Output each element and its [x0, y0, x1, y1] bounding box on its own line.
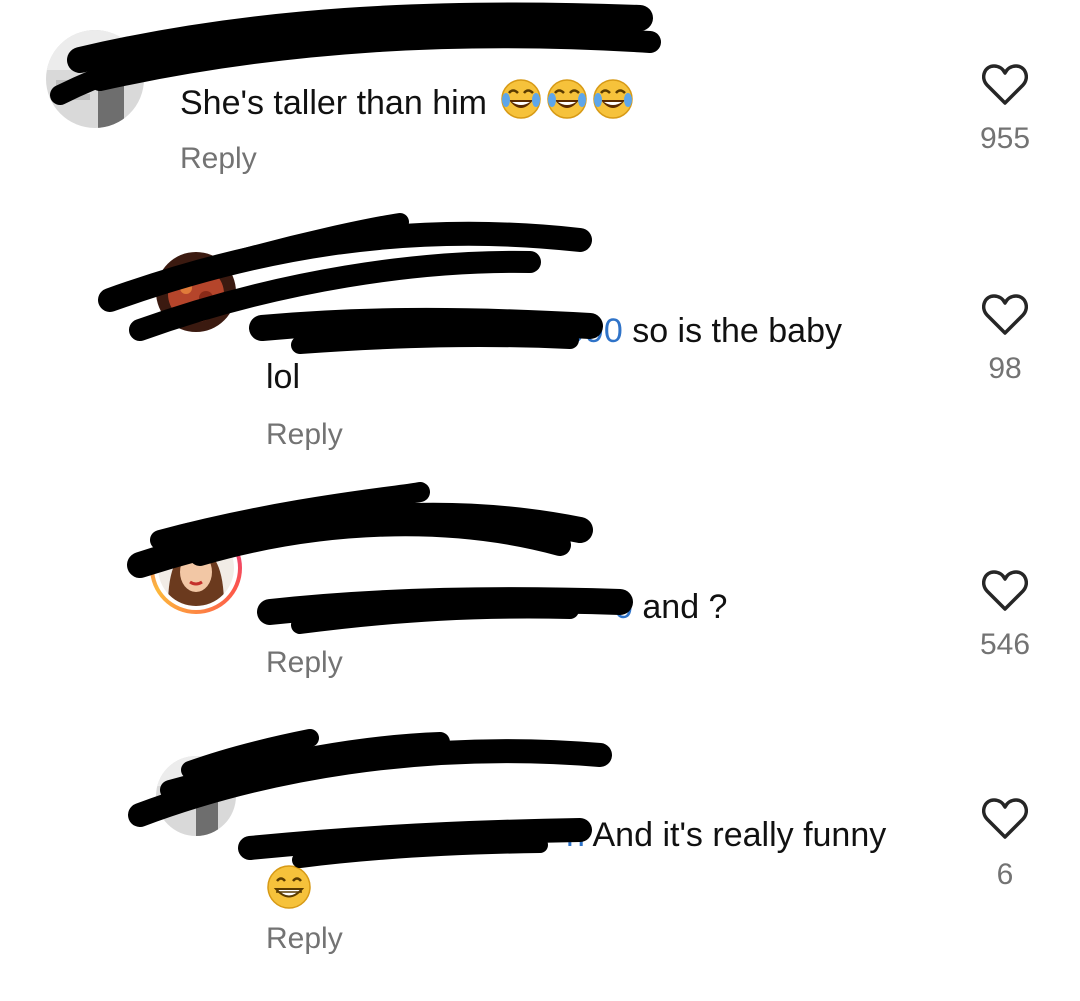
- face-with-tears-of-joy-icon: [546, 78, 588, 132]
- grinning-face-with-smiling-eyes-icon: [266, 864, 312, 922]
- comment-text-line-2: lol: [266, 358, 301, 396]
- heart-outline-icon[interactable]: [982, 798, 1028, 845]
- comment-text-content: and ?: [642, 588, 728, 626]
- reply-button[interactable]: Reply: [266, 646, 343, 680]
- avatar[interactable]: [46, 30, 144, 128]
- face-with-tears-of-joy-icon: [592, 78, 634, 132]
- heart-outline-icon[interactable]: [982, 570, 1028, 617]
- like-count: 546: [979, 628, 1031, 661]
- comment-text-line-1: so is the baby: [632, 312, 842, 350]
- mention-link[interactable]: n: [566, 816, 585, 854]
- reply-button[interactable]: Reply: [266, 922, 343, 956]
- comment-text: 990 so is the baby lol: [266, 308, 906, 400]
- avatar[interactable]: [156, 756, 236, 836]
- mention-link[interactable]: 990: [566, 312, 623, 350]
- heart-outline-icon[interactable]: [982, 294, 1028, 341]
- avatar[interactable]: [150, 522, 242, 614]
- face-with-tears-of-joy-icon: [500, 78, 542, 132]
- like-count: 955: [979, 122, 1031, 155]
- avatar[interactable]: [156, 252, 236, 332]
- comment-text: 0 and ?: [266, 584, 727, 630]
- reply-button[interactable]: Reply: [266, 418, 343, 452]
- reply-button[interactable]: Reply: [180, 142, 257, 176]
- heart-outline-icon[interactable]: [982, 64, 1028, 111]
- comment-text: n And it's really funny: [266, 812, 946, 922]
- comment-text-content: She's taller than him: [180, 84, 487, 122]
- mention-link[interactable]: 0: [614, 588, 633, 626]
- comment-text-content: And it's really funny: [592, 816, 887, 854]
- comment-text: She's taller than him: [180, 78, 634, 132]
- like-count: 98: [988, 352, 1022, 385]
- like-count: 6: [996, 858, 1014, 891]
